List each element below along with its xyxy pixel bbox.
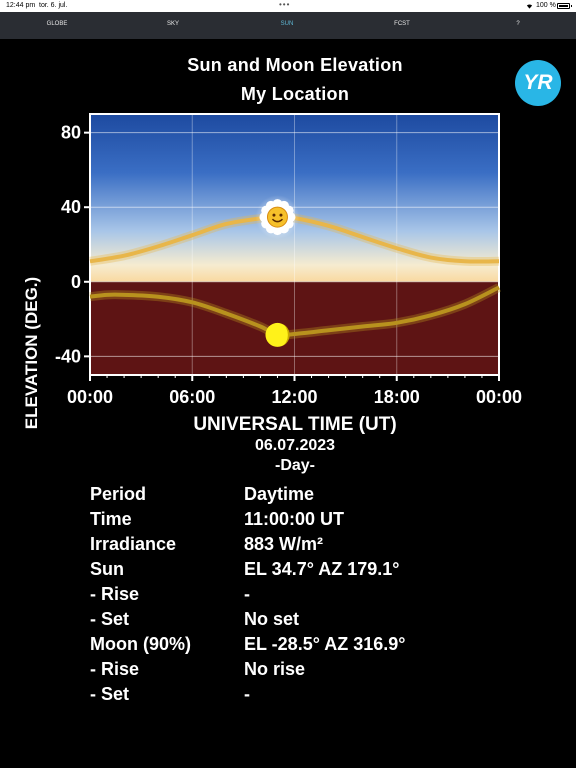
y-tick-label: 0 (71, 272, 81, 292)
row-irradiance: Irradiance 883 W/m² (90, 534, 510, 559)
row-label: Sun (90, 559, 124, 579)
x-tick-label: 06:00 (169, 387, 215, 407)
row-moon-set: - Set - (90, 684, 510, 709)
date-label: tor. 6. jul. (39, 2, 68, 9)
yr-logo[interactable]: YR (515, 60, 561, 106)
row-moon: Moon (90%) EL -28.5° AZ 316.9° (90, 634, 510, 659)
x-axis-label: UNIVERSAL TIME (UT) (193, 414, 397, 435)
row-label: - Set (90, 609, 130, 629)
row-value: EL 34.7° AZ 179.1° (244, 559, 400, 579)
row-sun: Sun EL 34.7° AZ 179.1° (90, 559, 510, 584)
elevation-chart: 80 40 0 -40 00:00 06:00 12:00 18:00 00:00 ELEVA… (22, 113, 522, 429)
date-value: 06.07.2023 (254, 437, 336, 454)
y-tick-label: 80 (61, 123, 81, 143)
row-label: - Rise (90, 584, 140, 604)
battery-icon (557, 3, 572, 9)
sun-face (266, 206, 288, 228)
wifi-icon (526, 4, 533, 9)
tab-bar: GLOBE SKY SUN FCST ? (0, 12, 576, 39)
page-title: Sun and Moon Elevation (187, 55, 403, 75)
tab-fcst[interactable]: FCST (372, 21, 432, 27)
row-label: Moon (90%) (90, 634, 191, 654)
x-tick-label: 00:00 (67, 387, 113, 407)
x-tick-label: 00:00 (476, 387, 522, 407)
battery-percent: 100 % (536, 2, 556, 9)
row-label: Time (90, 509, 132, 529)
location-title: My Location (240, 84, 350, 104)
row-value: No rise (244, 659, 306, 679)
tab-sky[interactable]: SKY (143, 21, 203, 27)
row-moon-rise: - Rise No rise (90, 659, 510, 684)
row-value: - (244, 684, 250, 704)
tab-globe[interactable]: GLOBE (27, 21, 87, 27)
row-sun-rise: - Rise - (90, 584, 510, 609)
row-value: 11:00:00 UT (244, 509, 345, 529)
row-label: Irradiance (90, 534, 177, 554)
row-label: - Rise (90, 659, 140, 679)
sun-eye (272, 213, 276, 217)
yr-logo-text: YR (523, 71, 553, 94)
y-tick-labels: 80 40 0 -40 (55, 123, 81, 367)
row-value: No set (244, 609, 300, 629)
tab-help[interactable]: ? (488, 21, 548, 27)
y-axis-label: ELEVATION (DEG.) (22, 277, 41, 429)
x-tick-label: 12:00 (271, 387, 317, 407)
y-tick-label: 40 (61, 197, 81, 217)
row-sun-set: - Set No set (90, 609, 510, 634)
tab-sun[interactable]: SUN (257, 21, 317, 27)
row-value: 883 W/m² (244, 534, 324, 554)
day-phase: -Day- (274, 457, 315, 474)
moon-icon (265, 322, 290, 347)
row-value: Daytime (244, 484, 315, 504)
x-tick-label: 18:00 (374, 387, 420, 407)
status-bar: 12:44 pm tor. 6. jul. ••• 100 % (0, 0, 576, 12)
clock: 12:44 pm (6, 2, 36, 9)
row-value: - (244, 584, 250, 604)
row-period: Period Daytime (90, 484, 510, 509)
row-time: Time 11:00:00 UT (90, 509, 510, 534)
row-label: Period (90, 484, 147, 504)
x-tick-labels: 00:00 06:00 12:00 18:00 00:00 (67, 387, 522, 407)
smiley-sun-icon (255, 195, 300, 240)
row-value: EL -28.5° AZ 316.9° (244, 634, 406, 654)
y-tick-label: -40 (55, 346, 81, 366)
multitasking-dots-icon[interactable]: ••• (279, 0, 290, 9)
row-label: - Set (90, 684, 130, 704)
sun-eye (279, 213, 283, 217)
